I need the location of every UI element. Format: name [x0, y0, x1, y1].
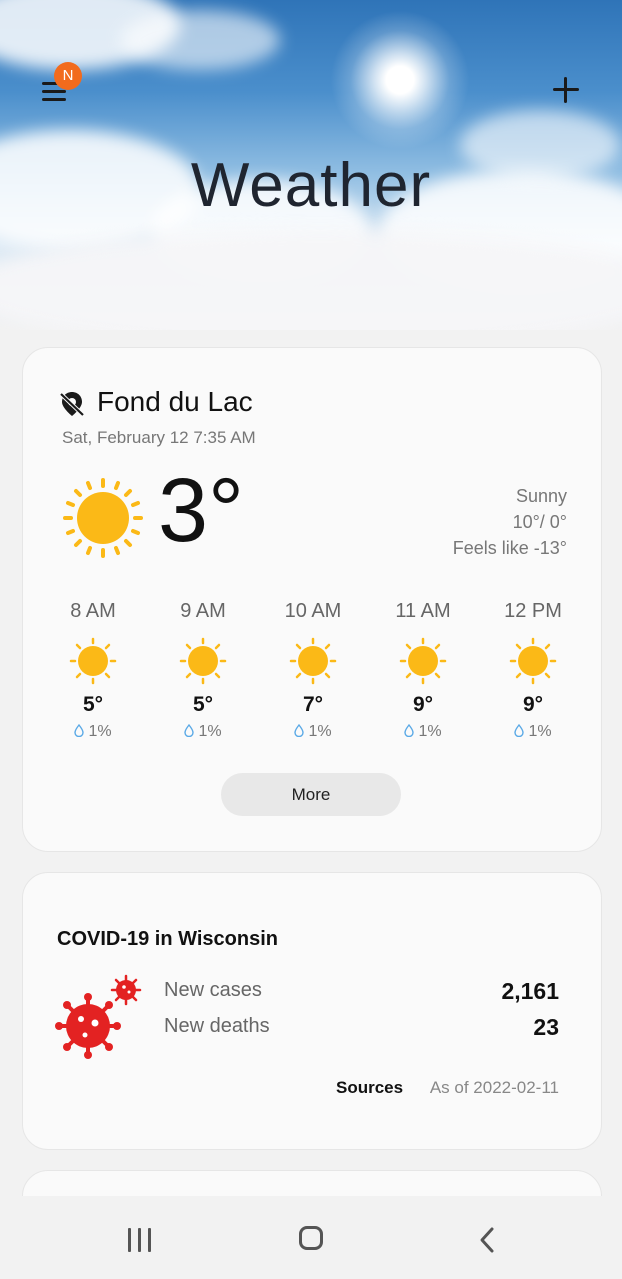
precip-value: 1%	[528, 723, 552, 740]
location-datetime: Sat, February 12 7:35 AM	[62, 428, 256, 447]
new-cases-value: 2,161	[501, 978, 559, 1004]
condition-text: Sunny	[515, 486, 567, 506]
hour-temp: 7°	[302, 693, 324, 716]
hourly-item: 8 AM 5° 1%	[38, 600, 148, 741]
hour-precip: 1%	[258, 723, 368, 741]
as-of-date: As of 2022-02-11	[429, 1078, 559, 1097]
sun-icon	[179, 637, 227, 685]
sun-icon	[509, 637, 557, 685]
sun-icon	[63, 478, 143, 558]
location-off-icon	[59, 392, 85, 417]
hour-time: 8 AM	[70, 600, 116, 622]
water-drop-icon	[184, 724, 195, 737]
current-temperature: 3°	[158, 461, 245, 561]
hour-time: 9 AM	[180, 600, 226, 622]
back-icon	[480, 1227, 494, 1253]
sun-icon	[399, 637, 447, 685]
hour-precip: 1%	[148, 723, 258, 741]
new-deaths-value: 23	[533, 1014, 559, 1040]
hour-precip: 1%	[478, 723, 588, 741]
hourly-item: 12 PM 9° 1%	[478, 600, 588, 741]
sources-link[interactable]: Sources	[336, 1078, 403, 1098]
precip-value: 1%	[308, 723, 332, 740]
system-navigation-bar	[0, 1196, 622, 1279]
app-title: Weather	[190, 151, 432, 220]
sun-glow-decoration	[330, 10, 470, 150]
more-button[interactable]: More	[221, 773, 401, 816]
home-button[interactable]	[299, 1226, 323, 1250]
precip-value: 1%	[198, 723, 222, 740]
hour-temp: 5°	[82, 693, 104, 716]
water-drop-icon	[294, 724, 305, 737]
new-cases-label: New cases	[164, 979, 262, 1001]
hour-time: 10 AM	[284, 600, 342, 622]
sun-icon	[69, 637, 117, 685]
condition-summary: Sunny 10°/ 0° Feels like -13°	[453, 483, 567, 561]
precip-value: 1%	[88, 723, 112, 740]
covid-card[interactable]: COVID-19 in Wisconsin New cases 2,161 Ne…	[22, 872, 602, 1150]
water-drop-icon	[514, 724, 525, 737]
hourly-item: 10 AM 7° 1%	[258, 600, 368, 741]
water-drop-icon	[74, 724, 85, 737]
sun-icon	[289, 637, 337, 685]
hour-precip: 1%	[368, 723, 478, 741]
hourly-item: 9 AM 5° 1%	[148, 600, 258, 741]
hourly-forecast: 8 AM 5° 1% 9 AM 5° 1% 10 AM 7° 1% 11 AM …	[23, 600, 601, 750]
current-weather-card[interactable]: Fond du Lac Sat, February 12 7:35 AM 3° …	[22, 347, 602, 852]
water-drop-icon	[404, 724, 415, 737]
covid-title: COVID-19 in Wisconsin	[57, 928, 278, 950]
hour-temp: 5°	[192, 693, 214, 716]
header-sky-banner: N Weather	[0, 0, 622, 330]
new-deaths-label: New deaths	[164, 1015, 270, 1037]
hourly-item: 11 AM 9° 1%	[368, 600, 478, 741]
feels-like-temp: Feels like -13°	[452, 538, 567, 558]
location-name: Fond du Lac	[97, 386, 253, 417]
hour-time: 12 PM	[504, 600, 562, 622]
precip-value: 1%	[418, 723, 442, 740]
high-low-temp: 10°/ 0°	[512, 512, 567, 532]
notification-badge: N	[54, 62, 82, 90]
hour-time: 11 AM	[395, 600, 451, 622]
virus-icon	[55, 974, 142, 1059]
recent-apps-button[interactable]	[126, 1228, 154, 1252]
hour-precip: 1%	[38, 723, 148, 741]
hour-temp: 9°	[522, 693, 544, 716]
back-button[interactable]	[477, 1226, 499, 1254]
hour-temp: 9°	[412, 693, 434, 716]
add-location-button[interactable]	[550, 74, 582, 106]
